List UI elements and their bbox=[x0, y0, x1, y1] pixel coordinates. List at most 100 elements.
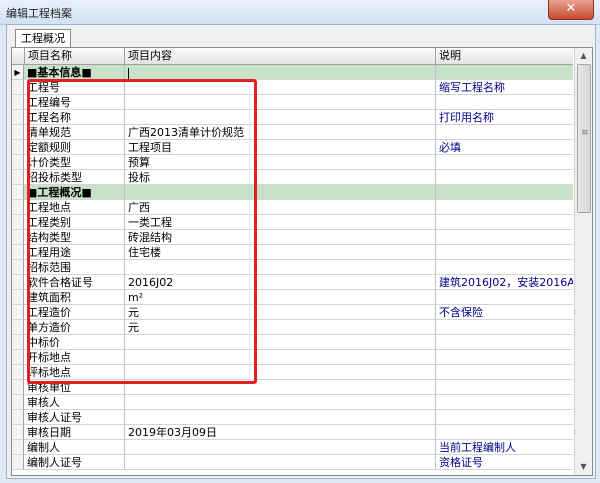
cell-name[interactable]: 清单规范 bbox=[24, 125, 125, 140]
row-header[interactable] bbox=[12, 140, 24, 155]
cell-note[interactable] bbox=[436, 215, 573, 230]
row-header[interactable] bbox=[12, 380, 24, 395]
row-header[interactable] bbox=[12, 395, 24, 410]
cell-note[interactable] bbox=[436, 410, 573, 425]
cell-content[interactable]: 预算 bbox=[125, 155, 436, 170]
table-row[interactable]: 审核单位 bbox=[12, 380, 573, 395]
table-row[interactable]: 评标地点 bbox=[12, 365, 573, 380]
cell-name[interactable]: 审核日期 bbox=[24, 425, 125, 440]
cell-content[interactable]: 广西2013清单计价规范 bbox=[125, 125, 436, 140]
cell-name[interactable]: 单方造价 bbox=[24, 320, 125, 335]
cell-content[interactable]: 投标 bbox=[125, 170, 436, 185]
header-name[interactable]: 项目名称 bbox=[25, 48, 125, 64]
cell-content[interactable]: 2016J02 bbox=[125, 275, 436, 290]
table-row[interactable]: 工程造价元不含保险 bbox=[12, 305, 573, 320]
row-header[interactable] bbox=[12, 260, 24, 275]
cell-content[interactable] bbox=[125, 455, 436, 470]
cell-content[interactable] bbox=[125, 95, 436, 110]
row-header[interactable] bbox=[12, 245, 24, 260]
table-row[interactable]: 工程类别 一类工程 bbox=[12, 215, 573, 230]
cell-note[interactable] bbox=[436, 320, 573, 335]
cell-content[interactable] bbox=[125, 110, 436, 125]
table-row[interactable]: 工程用途 住宅楼 bbox=[12, 245, 573, 260]
table-row[interactable]: 单方造价元 bbox=[12, 320, 573, 335]
cell-content[interactable]: 工程项目 bbox=[125, 140, 436, 155]
table-row[interactable]: 审核人证号 bbox=[12, 410, 573, 425]
close-button[interactable]: ✕ bbox=[548, 0, 594, 20]
cell-name[interactable]: 工程号 bbox=[24, 80, 125, 95]
cell-content[interactable] bbox=[125, 365, 436, 380]
cell-content[interactable]: 广西 bbox=[125, 200, 436, 215]
cell-name[interactable]: 结构类型 bbox=[24, 230, 125, 245]
row-header[interactable] bbox=[12, 275, 24, 290]
cell-content[interactable]: 一类工程 bbox=[125, 215, 436, 230]
row-header[interactable] bbox=[12, 290, 24, 305]
cell-name[interactable]: 工程用途 bbox=[24, 245, 125, 260]
cell-note[interactable]: 不含保险 bbox=[436, 305, 573, 320]
table-row[interactable]: 建筑面积 m² bbox=[12, 290, 573, 305]
cell-note[interactable] bbox=[436, 125, 573, 140]
row-header[interactable] bbox=[12, 110, 24, 125]
row-header[interactable] bbox=[12, 350, 24, 365]
cell-note[interactable]: 必填 bbox=[436, 140, 573, 155]
cell-content[interactable]: 2019年03月09日 bbox=[125, 425, 436, 440]
cell-name[interactable]: 审核单位 bbox=[24, 380, 125, 395]
vertical-scrollbar[interactable]: ▲ ≡ ▼ bbox=[574, 48, 592, 475]
cell-name[interactable]: 工程造价 bbox=[24, 305, 125, 320]
row-header[interactable] bbox=[12, 95, 24, 110]
row-header[interactable] bbox=[12, 215, 24, 230]
row-header[interactable] bbox=[12, 320, 24, 335]
cell-content[interactable] bbox=[125, 335, 436, 350]
row-header[interactable] bbox=[12, 440, 24, 455]
tab-project-overview[interactable]: 工程概况 bbox=[15, 29, 71, 48]
cell-name[interactable]: 开标地点 bbox=[24, 350, 125, 365]
header-content[interactable]: 项目内容 bbox=[125, 48, 436, 64]
scroll-thumb[interactable]: ≡ bbox=[577, 64, 591, 213]
cell-note[interactable] bbox=[436, 395, 573, 410]
table-row[interactable]: 编制人 当前工程编制人 bbox=[12, 440, 573, 455]
table-row[interactable]: 审核日期 2019年03月09日 bbox=[12, 425, 573, 440]
cell-content[interactable]: 元 bbox=[125, 305, 436, 320]
row-header[interactable] bbox=[12, 185, 24, 200]
section-row[interactable]: ▶ ■基本信息■ bbox=[12, 65, 573, 80]
row-header[interactable] bbox=[12, 80, 24, 95]
cell-note[interactable] bbox=[436, 350, 573, 365]
cell-name[interactable]: 定额规则 bbox=[24, 140, 125, 155]
cell-content[interactable] bbox=[125, 185, 436, 200]
cell-note[interactable] bbox=[436, 65, 573, 80]
cell-note[interactable]: 缩写工程名称 bbox=[436, 80, 573, 95]
cell-name[interactable]: 招投标类型 bbox=[24, 170, 125, 185]
table-row[interactable]: 工程编号 bbox=[12, 95, 573, 110]
table-row[interactable]: 开标地点 bbox=[12, 350, 573, 365]
cell-note[interactable] bbox=[436, 155, 573, 170]
cell-name[interactable]: 评标地点 bbox=[24, 365, 125, 380]
cell-note[interactable] bbox=[436, 365, 573, 380]
cell-note[interactable]: 当前工程编制人 bbox=[436, 440, 573, 455]
cell-name[interactable]: ■工程概况■ bbox=[24, 185, 125, 200]
cell-name[interactable]: 工程地点 bbox=[24, 200, 125, 215]
cell-note[interactable] bbox=[436, 230, 573, 245]
cell-note[interactable] bbox=[436, 290, 573, 305]
cell-note[interactable]: 资格证号 bbox=[436, 455, 573, 470]
row-header[interactable] bbox=[12, 125, 24, 140]
header-note[interactable]: 说明 bbox=[436, 48, 573, 64]
table-row[interactable]: 工程号 缩写工程名称 bbox=[12, 80, 573, 95]
cell-content[interactable] bbox=[125, 395, 436, 410]
cell-content[interactable] bbox=[125, 260, 436, 275]
cell-content[interactable]: m² bbox=[125, 290, 436, 305]
row-header[interactable] bbox=[12, 455, 24, 470]
cell-name[interactable]: 工程编号 bbox=[24, 95, 125, 110]
scroll-up-icon[interactable]: ▲ bbox=[576, 48, 591, 63]
table-row[interactable]: 审核人 bbox=[12, 395, 573, 410]
cell-note[interactable] bbox=[436, 95, 573, 110]
cell-content[interactable] bbox=[125, 65, 436, 80]
cell-content[interactable]: 元 bbox=[125, 320, 436, 335]
cell-note[interactable] bbox=[436, 245, 573, 260]
cell-note[interactable] bbox=[436, 200, 573, 215]
row-header[interactable] bbox=[12, 410, 24, 425]
row-header[interactable] bbox=[12, 170, 24, 185]
cell-content[interactable] bbox=[125, 80, 436, 95]
cell-name[interactable]: 工程名称 bbox=[24, 110, 125, 125]
cell-name[interactable]: 中标价 bbox=[24, 335, 125, 350]
row-header[interactable] bbox=[12, 230, 24, 245]
